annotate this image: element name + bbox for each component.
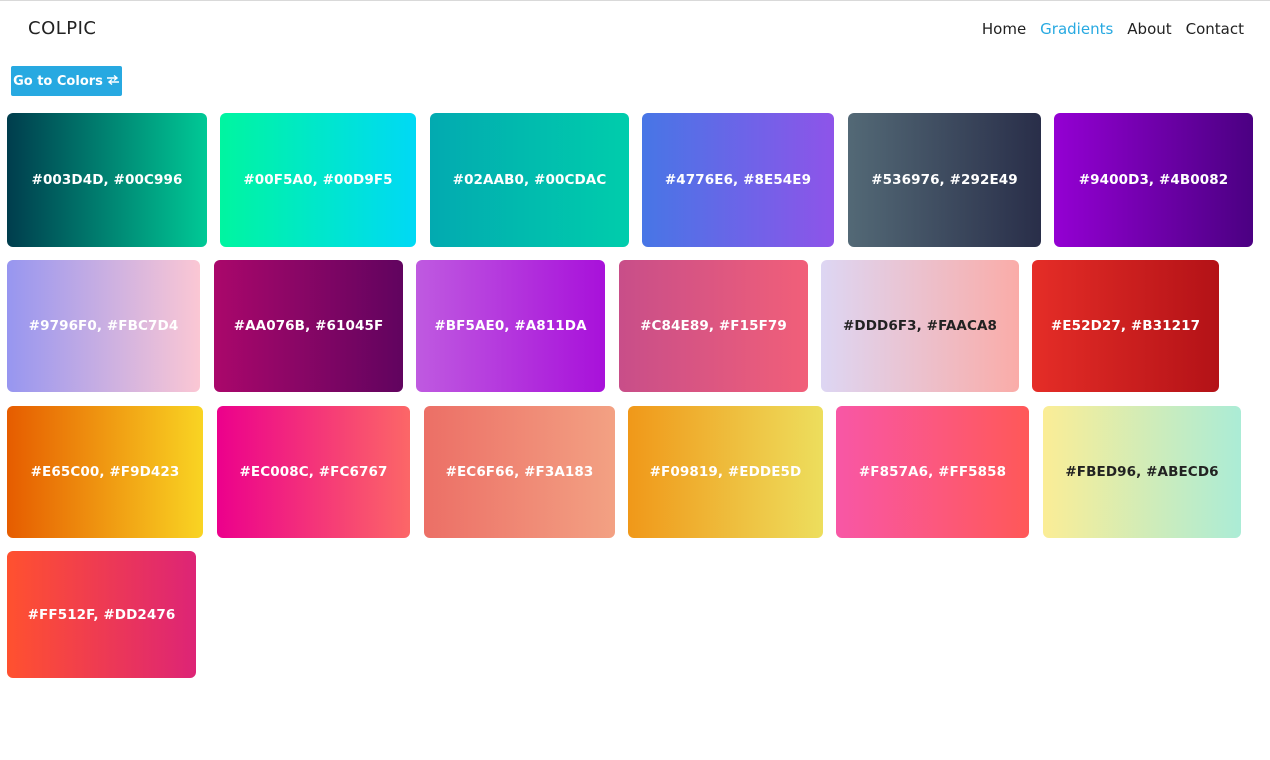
gradient-card[interactable]: #536976, #292E49	[848, 113, 1041, 247]
gradient-label: #EC6F66, #F3A183	[445, 464, 594, 480]
nav-home[interactable]: Home	[982, 20, 1026, 38]
go-to-colors-button[interactable]: Go to Colors	[11, 66, 122, 96]
gradient-label: #FBED96, #ABECD6	[1065, 464, 1219, 480]
gradient-card[interactable]: #F857A6, #FF5858	[836, 406, 1029, 538]
swap-arrows-icon	[106, 74, 120, 88]
gradient-label: #9796F0, #FBC7D4	[28, 318, 179, 334]
gradient-card[interactable]: #FBED96, #ABECD6	[1043, 406, 1241, 538]
gradient-label: #02AAB0, #00CDAC	[452, 172, 607, 188]
main-nav: Home Gradients About Contact	[982, 20, 1244, 38]
gradient-label: #F857A6, #FF5858	[858, 464, 1007, 480]
gradient-label: #536976, #292E49	[871, 172, 1018, 188]
gradient-card[interactable]: #EC008C, #FC6767	[217, 406, 410, 538]
gradient-card[interactable]: #AA076B, #61045F	[214, 260, 403, 392]
top-border	[0, 0, 1270, 1]
gradient-card[interactable]: #4776E6, #8E54E9	[642, 113, 834, 247]
nav-about[interactable]: About	[1127, 20, 1171, 38]
nav-gradients[interactable]: Gradients	[1040, 20, 1113, 38]
gradient-label: #003D4D, #00C996	[31, 172, 183, 188]
gradient-label: #00F5A0, #00D9F5	[243, 172, 393, 188]
gradient-card[interactable]: #C84E89, #F15F79	[619, 260, 808, 392]
nav-contact[interactable]: Contact	[1186, 20, 1244, 38]
gradient-card[interactable]: #02AAB0, #00CDAC	[430, 113, 629, 247]
gradient-label: #E65C00, #F9D423	[30, 464, 180, 480]
gradient-card[interactable]: #00F5A0, #00D9F5	[220, 113, 416, 247]
gradient-card[interactable]: #FF512F, #DD2476	[7, 551, 196, 678]
brand-logo[interactable]: COLPIC	[28, 18, 97, 39]
gradient-label: #9400D3, #4B0082	[1078, 172, 1229, 188]
gradient-label: #FF512F, #DD2476	[27, 606, 176, 623]
gradient-label: #F09819, #EDDE5D	[649, 464, 802, 480]
gradient-label: #C84E89, #F15F79	[640, 318, 787, 334]
gradient-label: #DDD6F3, #FAACA8	[843, 318, 997, 334]
gradient-label: #4776E6, #8E54E9	[664, 172, 812, 188]
gradient-card[interactable]: #E52D27, #B31217	[1032, 260, 1219, 392]
gradient-label: #AA076B, #61045F	[233, 318, 384, 334]
gradient-card[interactable]: #EC6F66, #F3A183	[424, 406, 615, 538]
gradient-label: #EC008C, #FC6767	[239, 464, 388, 480]
gradient-card[interactable]: #F09819, #EDDE5D	[628, 406, 823, 538]
gradient-card[interactable]: #9400D3, #4B0082	[1054, 113, 1253, 247]
gradient-label: #BF5AE0, #A811DA	[434, 318, 587, 334]
gradient-card[interactable]: #BF5AE0, #A811DA	[416, 260, 605, 392]
gradient-card[interactable]: #E65C00, #F9D423	[7, 406, 203, 538]
gradient-card[interactable]: #003D4D, #00C996	[7, 113, 207, 247]
gradient-card[interactable]: #9796F0, #FBC7D4	[7, 260, 200, 392]
go-to-colors-label: Go to Colors	[13, 73, 103, 89]
gradient-card[interactable]: #DDD6F3, #FAACA8	[821, 260, 1019, 392]
gradient-label: #E52D27, #B31217	[1050, 318, 1201, 334]
